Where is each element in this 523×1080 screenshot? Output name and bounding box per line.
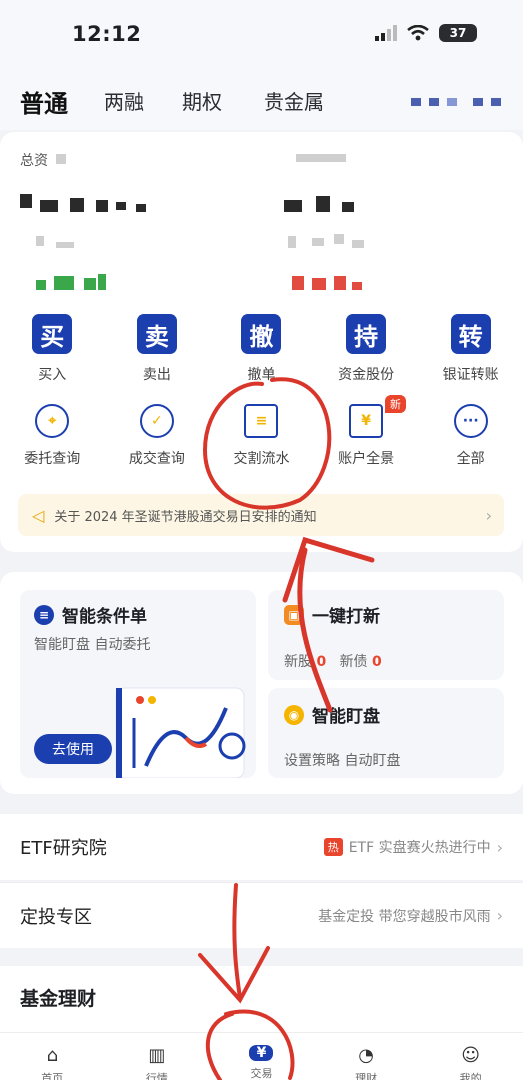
tab-normal[interactable]: 普通 <box>20 84 68 119</box>
all-tools-button[interactable]: ··· 全部 <box>418 404 523 468</box>
cancel-order-icon: 撤 <box>241 314 282 354</box>
trade-icon: ¥ <box>249 1045 274 1061</box>
sell-icon: 卖 <box>136 314 177 354</box>
nav-trade[interactable]: ¥ 交易 <box>209 1033 314 1080</box>
buy-icon: 买 <box>32 314 73 354</box>
nav-market[interactable]: ▥ 行情 <box>105 1033 210 1080</box>
trade-actions: 买 买入 卖 卖出 撤 撤单 持 资金股份 转 银证转账 <box>0 314 523 384</box>
signal-icon <box>375 25 397 41</box>
dingtou-row-title: 定投专区 <box>20 906 92 928</box>
battery-icon: 37 <box>439 24 477 42</box>
more-icon: ··· <box>453 404 488 438</box>
buy-button[interactable]: 买 买入 <box>0 314 105 384</box>
account-view-button[interactable]: ¥ 账户全景 <box>314 404 419 468</box>
chevron-right-icon: › <box>485 505 492 525</box>
query-tools: ⌖ 委托查询 ✓ 成交查询 ≡ 交割流水 ¥ 账户全景 ··· 全部 <box>0 404 523 468</box>
bell-icon: ◉ <box>284 704 304 725</box>
wifi-icon <box>407 25 429 41</box>
tab-options[interactable]: 期权 <box>182 86 222 115</box>
deal-query-icon: ✓ <box>139 404 174 438</box>
all-tools-label: 全部 <box>456 451 485 467</box>
status-bar: 12:12 37 <box>0 0 523 72</box>
delivery-flow-label: 交割流水 <box>233 451 290 467</box>
redacted-account-id <box>411 98 501 106</box>
positions-icon: 持 <box>346 314 387 354</box>
notice-text: 关于 2024 年圣诞节港股通交易日安排的通知 <box>54 509 317 525</box>
etf-research-row[interactable]: ETF研究院 热 ETF 实盘赛火热进行中 › <box>0 814 523 880</box>
etf-row-desc: ETF 实盘赛火热进行中 <box>348 840 491 856</box>
monitor-title: ◉ 智能盯盘 <box>284 702 380 727</box>
smart-order-icon: ≡ <box>34 604 54 625</box>
cancel-order-label: 撤单 <box>247 367 276 383</box>
account-view-label: 账户全景 <box>338 451 395 467</box>
chevron-right-icon: › <box>496 837 503 857</box>
smart-order-title: ≡ 智能条件单 <box>34 602 147 627</box>
delivery-icon: ≡ <box>244 404 279 438</box>
fund-section-title: 基金理财 <box>20 988 97 1010</box>
bank-transfer-button[interactable]: 转 银证转账 <box>418 314 523 384</box>
dingtou-row[interactable]: 定投专区 基金定投 带您穿越股市风雨 › <box>0 882 523 948</box>
account-type-tabs: 普通 两融 期权 贵金属 <box>0 72 523 130</box>
piggy-icon: ◔ <box>358 1045 374 1066</box>
tab-precious-metals[interactable]: 贵金属 <box>264 86 324 115</box>
notice-banner[interactable]: ◁ 关于 2024 年圣诞节港股通交易日安排的通知 › <box>18 494 504 536</box>
buy-label: 买入 <box>38 367 67 383</box>
nav-wealth[interactable]: ◔ 理财 <box>314 1033 419 1080</box>
transfer-icon: 转 <box>450 314 491 354</box>
sell-button[interactable]: 卖 卖出 <box>105 314 210 384</box>
deal-query-button[interactable]: ✓ 成交查询 <box>105 404 210 468</box>
speaker-icon: ◁ <box>32 505 45 525</box>
positions-button[interactable]: 持 资金股份 <box>314 314 419 384</box>
ipo-counts: 新股 0 新债 0 <box>284 654 382 670</box>
bottom-nav: ⌂ 首页 ▥ 行情 ¥ 交易 ◔ 理财 ☺ 我的 <box>0 1032 523 1080</box>
deal-query-label: 成交查询 <box>128 451 185 467</box>
sell-label: 卖出 <box>142 367 171 383</box>
chevron-right-icon: › <box>496 906 503 925</box>
status-time: 12:12 <box>72 22 142 46</box>
order-query-button[interactable]: ⌖ 委托查询 <box>0 404 105 468</box>
new-badge: 新 <box>385 395 406 413</box>
etf-row-title: ETF研究院 <box>20 838 107 859</box>
total-asset-label: 总资 <box>20 153 48 169</box>
dingtou-row-desc: 基金定投 带您穿越股市风雨 <box>318 908 491 925</box>
transfer-label: 银证转账 <box>442 367 499 383</box>
ipo-title: ▣ 一键打新 <box>284 602 380 627</box>
nav-profile[interactable]: ☺ 我的 <box>418 1033 523 1080</box>
go-use-button[interactable]: 去使用 <box>34 734 112 764</box>
hot-badge: 热 <box>323 838 343 856</box>
order-query-icon: ⌖ <box>35 404 70 438</box>
cancel-order-button[interactable]: 撤 撤单 <box>209 314 314 384</box>
order-query-label: 委托查询 <box>24 451 81 467</box>
nav-home[interactable]: ⌂ 首页 <box>0 1033 105 1080</box>
status-icons: 37 <box>375 24 477 42</box>
smart-order-subtitle: 智能盯盘 自动委托 <box>34 637 151 653</box>
profile-icon: ☺ <box>461 1045 481 1066</box>
tab-margin[interactable]: 两融 <box>104 86 144 115</box>
positions-label: 资金股份 <box>338 367 395 383</box>
market-icon: ▥ <box>148 1045 166 1066</box>
smart-order-illustration <box>115 687 246 778</box>
home-icon: ⌂ <box>46 1045 59 1066</box>
ipo-icon: ▣ <box>284 604 304 625</box>
delivery-flow-button[interactable]: ≡ 交割流水 <box>209 404 314 468</box>
account-view-icon: ¥ <box>349 404 384 438</box>
monitor-subtitle: 设置策略 自动盯盘 <box>284 753 401 769</box>
